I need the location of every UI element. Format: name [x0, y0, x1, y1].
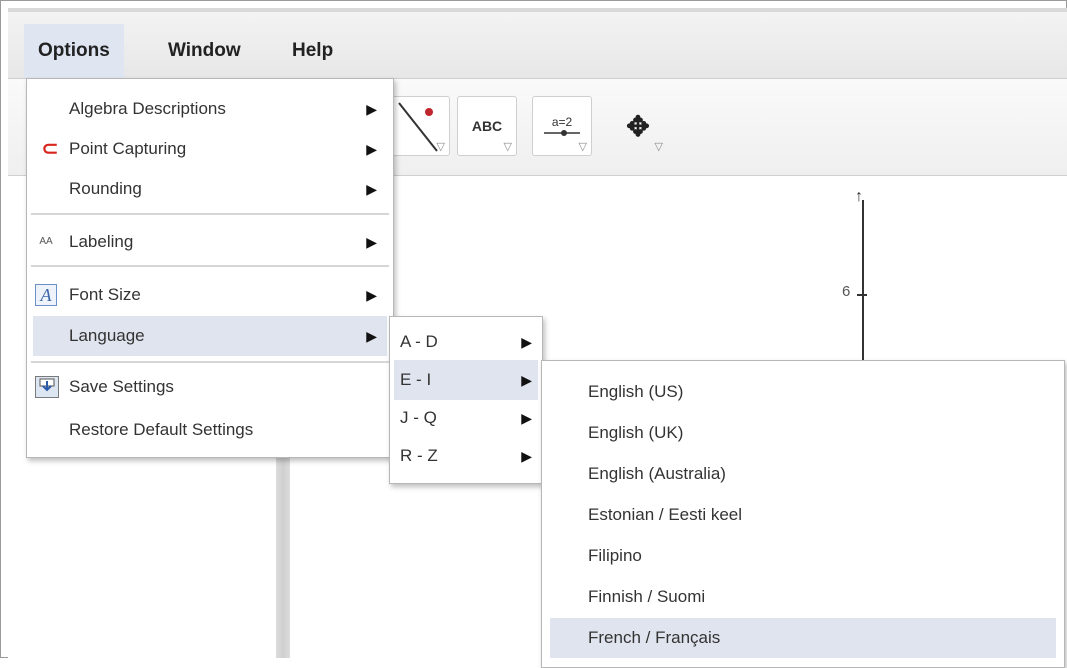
y-axis-arrow-icon: ↑	[855, 188, 863, 205]
font-size-icon: A	[35, 284, 57, 306]
submenu-arrow-icon: ▶	[366, 287, 377, 303]
menu-item-labeling[interactable]: AA Labeling ▶	[27, 222, 393, 262]
languages-e-i-submenu: English (US) English (UK) English (Austr…	[541, 360, 1065, 668]
menu-item-label: English (Australia)	[588, 464, 726, 483]
menu-item-label: Rounding	[69, 179, 142, 198]
menu-item-label: Estonian / Eesti keel	[588, 505, 743, 524]
menu-separator	[31, 361, 389, 363]
menu-item-label: Font Size	[69, 285, 141, 304]
menu-item-label: Filipino	[588, 546, 642, 565]
submenu-arrow-icon: ▶	[366, 181, 377, 197]
menu-item-font-size[interactable]: A Font Size ▶	[27, 275, 393, 315]
language-range-a-d[interactable]: A - D ▶	[390, 322, 542, 362]
magnet-icon: ⊂	[41, 138, 59, 160]
submenu-arrow-icon: ▶	[521, 448, 532, 464]
labeling-icon: AA	[39, 236, 53, 247]
line-through-point-tool[interactable]: ▽	[390, 96, 450, 156]
menu-item-label: English (US)	[588, 382, 684, 401]
language-option[interactable]: English (Australia)	[542, 454, 1064, 494]
slider-label: a=2	[551, 115, 573, 129]
submenu-arrow-icon: ▶	[366, 101, 377, 117]
menu-item-algebra-descriptions[interactable]: Algebra Descriptions ▶	[27, 89, 393, 129]
dropdown-triangle-icon: ▽	[436, 141, 445, 153]
dropdown-triangle-icon: ▽	[654, 141, 663, 153]
menu-separator	[31, 265, 389, 267]
move-graphics-tool[interactable]: ✥ ▽	[608, 96, 668, 156]
menu-item-label: Algebra Descriptions	[69, 99, 226, 118]
menu-window[interactable]: Window	[154, 24, 255, 78]
menu-item-label: French / Français	[588, 628, 721, 647]
menu-help[interactable]: Help	[278, 24, 347, 78]
menu-item-label: Language	[69, 326, 145, 345]
menu-item-label: Restore Default Settings	[69, 420, 254, 439]
menu-item-label: R - Z	[400, 446, 438, 465]
text-tool[interactable]: ABC ▽	[457, 96, 517, 156]
language-range-j-q[interactable]: J - Q ▶	[390, 398, 542, 438]
options-dropdown: Algebra Descriptions ▶ ⊂ Point Capturing…	[26, 78, 394, 458]
menu-separator	[31, 213, 389, 215]
language-option[interactable]: Finnish / Suomi	[542, 577, 1064, 617]
submenu-arrow-icon: ▶	[521, 410, 532, 426]
submenu-arrow-icon: ▶	[366, 234, 377, 250]
submenu-arrow-icon: ▶	[366, 141, 377, 157]
menu-item-label: Save Settings	[69, 377, 174, 396]
language-option-selected[interactable]: French / Français	[550, 618, 1056, 658]
menu-item-save-settings[interactable]: Save Settings	[27, 367, 393, 407]
submenu-arrow-icon: ▶	[521, 372, 532, 388]
menubar: Options Window Help	[8, 12, 1067, 79]
language-range-r-z[interactable]: R - Z ▶	[390, 436, 542, 476]
menu-item-language[interactable]: Language ▶	[33, 316, 387, 356]
menu-item-rounding[interactable]: Rounding ▶	[27, 169, 393, 209]
language-range-e-i[interactable]: E - I ▶	[394, 360, 538, 400]
save-settings-icon	[35, 376, 59, 398]
language-option[interactable]: Filipino	[542, 536, 1064, 576]
menu-item-label: J - Q	[400, 408, 437, 427]
menu-item-label: Labeling	[69, 232, 134, 251]
menu-item-restore-default-settings[interactable]: Restore Default Settings	[27, 410, 393, 450]
menu-options[interactable]: Options	[24, 24, 124, 78]
menu-item-label: Point Capturing	[69, 139, 187, 158]
slider-tool[interactable]: a=2 ▽	[532, 96, 592, 156]
menu-item-label: E - I	[400, 370, 432, 389]
language-option[interactable]: English (UK)	[542, 413, 1064, 453]
language-option[interactable]: English (US)	[542, 372, 1064, 412]
menu-item-label: A - D	[400, 332, 438, 351]
y-axis-tick	[857, 294, 867, 296]
language-option[interactable]: Estonian / Eesti keel	[542, 495, 1064, 535]
menu-item-label: English (UK)	[588, 423, 684, 442]
y-axis	[862, 200, 864, 370]
dropdown-triangle-icon: ▽	[503, 141, 512, 153]
menu-item-label: Finnish / Suomi	[588, 587, 706, 606]
y-axis-tick-label: 6	[842, 283, 851, 300]
dropdown-triangle-icon: ▽	[578, 141, 587, 153]
language-submenu: A - D ▶ E - I ▶ J - Q ▶ R - Z ▶	[389, 316, 543, 484]
menu-item-point-capturing[interactable]: ⊂ Point Capturing ▶	[27, 129, 393, 169]
submenu-arrow-icon: ▶	[366, 328, 377, 344]
submenu-arrow-icon: ▶	[521, 334, 532, 350]
